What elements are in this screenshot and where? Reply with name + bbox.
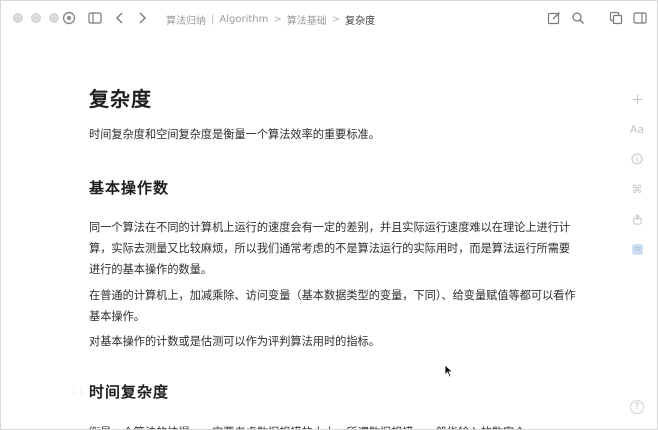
duplicate-window-icon[interactable] [608,10,624,26]
breadcrumb-item[interactable]: 算法基础 [287,12,327,27]
close-window-button[interactable] [13,13,23,23]
app-logo-icon[interactable] [61,10,77,26]
share-icon[interactable] [629,211,645,227]
right-panel-toggle-icon[interactable] [632,10,648,26]
edit-icon[interactable] [546,10,562,26]
minimize-window-button[interactable] [31,13,41,23]
mouse-cursor-icon [444,364,454,378]
breadcrumb-separator: > [331,14,341,25]
paragraph: 在普通的计算机上，加减乘除、访问变量（基本数据类型的变量，下同）、给变量赋值等都… [89,289,576,323]
section-heading-basic-operations: 基本操作数 [89,179,170,197]
plus-icon[interactable] [629,91,645,107]
breadcrumb-separator: > [273,14,282,25]
paragraph: 同一个算法在不同的计算机上运行的速度会有一定的差别，并且实际运行速度难以在理论上… [89,221,571,276]
window-controls [13,13,59,23]
font-size-icon[interactable]: Aa [629,121,645,137]
breadcrumb-item[interactable]: Algorithm [219,14,268,25]
back-icon[interactable] [112,10,128,26]
info-icon[interactable] [629,151,645,167]
block-drag-handle-icon[interactable]: ⋮⋮ [70,386,85,395]
section-heading-time-complexity: 时间复杂度 [89,383,170,401]
forward-icon[interactable] [134,10,150,26]
command-icon[interactable]: ⌘ [629,181,645,197]
breadcrumb: 算法归纳 | Algorithm > 算法基础 > 复杂度 [166,12,375,27]
app-window: 算法归纳 | Algorithm > 算法基础 > 复杂度 复杂度 时间复杂度和… [0,0,658,430]
title-bar: 算法归纳 | Algorithm > 算法基础 > 复杂度 [1,1,657,35]
page-title: 复杂度 [89,87,152,111]
breadcrumb-current: 复杂度 [345,16,376,27]
panel-icon[interactable] [629,241,645,257]
search-icon[interactable] [570,10,586,26]
breadcrumb-separator: | [211,14,215,25]
zoom-window-button[interactable] [49,13,59,23]
breadcrumb-item[interactable]: 算法归纳 [166,12,206,27]
paragraph: 对基本操作的计数或是估测可以作为评判算法用时的指标。 [89,335,380,348]
help-button[interactable]: ? [630,400,644,414]
paragraph: 衡量一个算法的快慢，一定要考虑数据规模的大小。所谓数据规模，一般指输入的数字个 [89,422,581,429]
intro-paragraph: 时间复杂度和空间复杂度是衡量一个算法效率的重要标准。 [89,128,380,141]
sidebar-toggle-icon[interactable] [87,10,103,26]
